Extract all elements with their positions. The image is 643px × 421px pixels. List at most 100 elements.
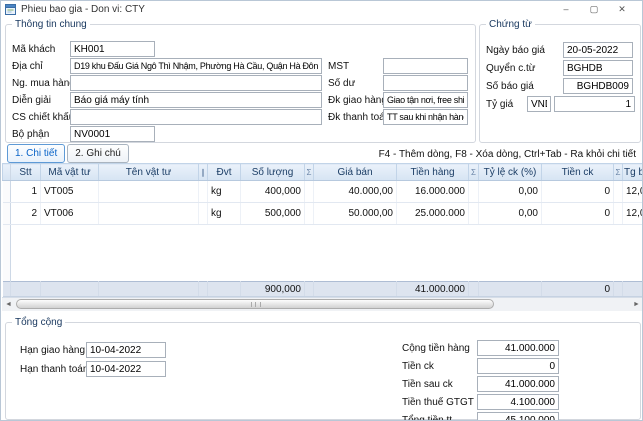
dk-giao-hang-input[interactable] bbox=[383, 92, 468, 108]
mst-input[interactable] bbox=[383, 58, 468, 74]
tong-tien-tt-label: Tổng tiền tt bbox=[402, 415, 477, 421]
cell-ten-vat-tu[interactable] bbox=[99, 203, 199, 225]
ng-mua-hang-input[interactable] bbox=[70, 75, 322, 91]
tab-chi-tiet[interactable]: 1. Chi tiết bbox=[7, 144, 65, 163]
han-thanh-toan-input[interactable] bbox=[86, 361, 166, 377]
dien-giai-label: Diễn giải bbox=[12, 95, 70, 106]
currency-input[interactable] bbox=[527, 96, 551, 112]
cell-so-luong[interactable]: 500,000 bbox=[241, 203, 305, 225]
cell-dvt[interactable]: kg bbox=[208, 203, 241, 225]
row-indicator-header bbox=[3, 164, 11, 181]
ma-khach-input[interactable] bbox=[70, 41, 155, 57]
ngay-bao-gia-input[interactable] bbox=[563, 42, 633, 58]
ty-gia-input[interactable] bbox=[554, 96, 635, 112]
grid-empty-area bbox=[3, 225, 643, 282]
row-indicator[interactable] bbox=[3, 203, 11, 225]
cell-tien-hang[interactable]: 25.000.000 bbox=[397, 203, 469, 225]
cell-ty-le-ck[interactable]: 0,00 bbox=[479, 203, 542, 225]
maximize-button[interactable]: ▢ bbox=[580, 1, 608, 17]
ng-mua-hang-label: Ng. mua hàng bbox=[12, 78, 70, 89]
cell-gia-ban[interactable]: 50.000,00 bbox=[314, 203, 397, 225]
detail-tabs: 1. Chi tiết 2. Ghi chú bbox=[7, 144, 129, 163]
tien-thue-gtgt-label: Tiền thuế GTGT bbox=[402, 397, 477, 408]
column-splitter-icon: ∥ bbox=[199, 164, 208, 181]
grid-row-1: 1 VT005 kg 400,000 40.000,00 16.000.000 … bbox=[3, 181, 643, 203]
grid-horizontal-scrollbar[interactable]: ◄ ► bbox=[2, 297, 643, 311]
tien-sau-ck-input[interactable] bbox=[477, 376, 559, 392]
col-ma-vat-tu: Mã vật tư bbox=[41, 164, 99, 181]
so-bao-gia-label: Số báo giá bbox=[486, 81, 563, 92]
detail-grid: Stt Mã vật tư Tên vật tư ∥ Đvt Số lượng … bbox=[2, 163, 643, 297]
cell-ty-le-ck[interactable]: 0,00 bbox=[479, 181, 542, 203]
tab-ghi-chu[interactable]: 2. Ghi chú bbox=[67, 144, 129, 163]
cell-gia-ban[interactable]: 40.000,00 bbox=[314, 181, 397, 203]
total-so-luong: 900,000 bbox=[241, 282, 305, 297]
minimize-button[interactable]: – bbox=[552, 1, 580, 17]
cell-stt[interactable]: 2 bbox=[11, 203, 41, 225]
dien-giai-input[interactable] bbox=[70, 92, 322, 108]
bo-phan-label: Bộ phận bbox=[12, 129, 70, 140]
tien-thue-gtgt-input[interactable] bbox=[477, 394, 559, 410]
cell-ma-vat-tu[interactable]: VT006 bbox=[41, 203, 99, 225]
cell-tg-bao-hanh[interactable]: 12,00 bbox=[623, 181, 643, 203]
bo-phan-input[interactable] bbox=[70, 126, 155, 142]
cs-chiet-khau-label: CS chiết khấu bbox=[12, 112, 70, 123]
cell-so-luong[interactable]: 400,000 bbox=[241, 181, 305, 203]
scrollbar-grip-icon bbox=[251, 302, 261, 307]
close-button[interactable]: ✕ bbox=[608, 1, 636, 17]
sigma-sum-icon: Σ bbox=[614, 164, 623, 181]
quotation-window: Phieu bao gia - Don vi: CTY – ▢ ✕ Thông … bbox=[0, 0, 643, 421]
so-du-input[interactable] bbox=[383, 75, 468, 91]
so-bao-gia-input[interactable] bbox=[563, 78, 633, 94]
cong-tien-hang-input[interactable] bbox=[477, 340, 559, 356]
tien-sau-ck-label: Tiền sau ck bbox=[402, 379, 477, 390]
tong-tien-tt-input[interactable] bbox=[477, 412, 559, 421]
dk-giao-hang-label: Đk giao hàng bbox=[328, 95, 383, 106]
han-thanh-toan-label: Hạn thanh toán bbox=[20, 364, 86, 375]
han-giao-hang-input[interactable] bbox=[86, 342, 166, 358]
title-bar: Phieu bao gia - Don vi: CTY – ▢ ✕ bbox=[1, 1, 642, 18]
col-stt: Stt bbox=[11, 164, 41, 181]
summary-legend: Tổng cộng bbox=[12, 317, 65, 328]
col-dvt: Đvt bbox=[208, 164, 241, 181]
quyen-ctu-label: Quyển c.từ bbox=[486, 63, 563, 74]
cell-tien-ck[interactable]: 0 bbox=[542, 181, 614, 203]
general-info-group: Thông tin chung Mã khách Địa chỉ MST Ng.… bbox=[5, 19, 476, 143]
cell-dvt[interactable]: kg bbox=[208, 181, 241, 203]
general-info-legend: Thông tin chung bbox=[12, 19, 90, 30]
ty-gia-label: Tỷ giá bbox=[486, 99, 527, 110]
so-du-label: Số dư bbox=[328, 78, 383, 89]
quyen-ctu-input[interactable] bbox=[563, 60, 633, 76]
scroll-right-arrow-icon[interactable]: ► bbox=[630, 298, 643, 311]
dia-chi-input[interactable] bbox=[70, 58, 322, 74]
tien-ck-input[interactable] bbox=[477, 358, 559, 374]
scroll-left-arrow-icon[interactable]: ◄ bbox=[2, 298, 15, 311]
summary-group: Tổng cộng Hạn giao hàng Hạn thanh toán C… bbox=[5, 317, 641, 420]
total-tien-hang: 41.000.000 bbox=[397, 282, 469, 297]
document-group: Chứng từ Ngày báo giá Quyển c.từ Số báo … bbox=[479, 19, 641, 143]
cell-tien-ck[interactable]: 0 bbox=[542, 203, 614, 225]
cs-chiet-khau-input[interactable] bbox=[70, 109, 322, 125]
document-legend: Chứng từ bbox=[486, 19, 535, 30]
col-tien-ck: Tiền ck bbox=[542, 164, 614, 181]
col-tg-bao-hanh: Tg bảo hành bbox=[623, 164, 643, 181]
han-giao-hang-label: Hạn giao hàng bbox=[20, 345, 86, 356]
scrollbar-thumb[interactable] bbox=[16, 299, 494, 309]
col-tien-hang: Tiền hàng bbox=[397, 164, 469, 181]
mst-label: MST bbox=[328, 61, 383, 72]
cell-tien-hang[interactable]: 16.000.000 bbox=[397, 181, 469, 203]
col-so-luong: Số lượng bbox=[241, 164, 305, 181]
grid-row-2: 2 VT006 kg 500,000 50.000,00 25.000.000 … bbox=[3, 203, 643, 225]
cell-ma-vat-tu[interactable]: VT005 bbox=[41, 181, 99, 203]
grid-totals-row: 900,000 41.000.000 0 bbox=[3, 282, 643, 297]
sigma-sum-icon: Σ bbox=[305, 164, 314, 181]
window-icon bbox=[5, 4, 16, 15]
cell-ten-vat-tu[interactable] bbox=[99, 181, 199, 203]
ma-khach-label: Mã khách bbox=[12, 44, 70, 55]
cell-tg-bao-hanh[interactable]: 12,00 bbox=[623, 203, 643, 225]
col-ten-vat-tu: Tên vật tư bbox=[99, 164, 199, 181]
col-ty-le-ck: Tỷ lệ ck (%) bbox=[479, 164, 542, 181]
dk-thanh-toan-input[interactable] bbox=[383, 109, 468, 125]
row-indicator[interactable] bbox=[3, 181, 11, 203]
cell-stt[interactable]: 1 bbox=[11, 181, 41, 203]
